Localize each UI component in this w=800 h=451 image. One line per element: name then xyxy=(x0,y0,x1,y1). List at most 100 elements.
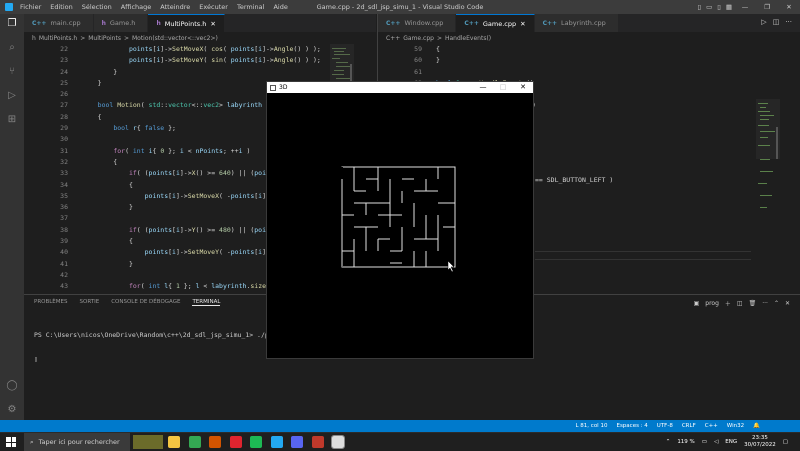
code-line[interactable]: 22 points[i]->SetMoveX( cos( points[i]->… xyxy=(24,44,376,55)
volume-icon[interactable]: ◁ xyxy=(714,439,718,445)
editor-tab[interactable]: h Game.h xyxy=(93,14,149,32)
search-placeholder: Taper ici pour rechercher xyxy=(38,438,120,446)
terminal-name[interactable]: prog xyxy=(705,300,719,307)
taskbar-search-box[interactable]: ⌕ Taper ici pour rechercher xyxy=(24,433,130,451)
sdl-maximize-button[interactable]: □ xyxy=(493,82,513,93)
clock[interactable]: 23:35 30/07/2022 xyxy=(744,435,776,449)
code-line[interactable]: 60} xyxy=(378,55,800,66)
editor-tab[interactable]: C++ Window.cpp xyxy=(378,14,457,32)
status-item-language[interactable]: C++ xyxy=(705,423,718,429)
close-panel-icon[interactable]: ✕ xyxy=(785,300,790,307)
more-icon[interactable]: ··· xyxy=(762,300,768,307)
code-line[interactable]: 23 points[i]->SetMoveY( sin( points[i]->… xyxy=(24,55,376,66)
sdl-close-button[interactable]: ✕ xyxy=(513,82,533,93)
editor-tab[interactable]: h MultiPoints.h ✕ xyxy=(148,14,225,32)
breadcrumb-item[interactable]: Game.cpp xyxy=(403,35,434,42)
menu-item[interactable]: Edition xyxy=(50,3,73,11)
breadcrumb-item[interactable]: > xyxy=(437,35,442,42)
chrome-icon[interactable] xyxy=(188,436,201,448)
status-item-platform[interactable]: Win32 xyxy=(727,423,744,429)
status-item-cursor-position[interactable]: L 81, col 10 xyxy=(575,423,607,429)
maximize-panel-icon[interactable]: ⌃ xyxy=(774,300,779,307)
breadcrumb-item[interactable]: h xyxy=(32,35,36,42)
toggle-panel-icon[interactable]: ▭ xyxy=(706,3,712,11)
panel-tab[interactable]: TERMINAL xyxy=(192,299,221,306)
minimize-button[interactable]: — xyxy=(734,3,756,11)
vscode-icon[interactable] xyxy=(270,436,283,448)
code-line[interactable]: 24 } xyxy=(24,67,376,78)
steam-icon[interactable] xyxy=(311,436,324,448)
line-number: 34 xyxy=(60,180,68,189)
customize-layout-icon[interactable]: ▦ xyxy=(726,3,732,11)
sdl-minimize-button[interactable]: — xyxy=(473,82,493,93)
breadcrumb-item[interactable]: > xyxy=(80,35,85,42)
toggle-sidebar-icon[interactable]: ▯ xyxy=(698,3,702,11)
split-terminal-icon[interactable]: ◫ xyxy=(737,300,743,307)
code-line[interactable]: 61 xyxy=(378,67,800,78)
more-actions-icon[interactable]: ··· xyxy=(785,18,792,26)
opera-icon[interactable] xyxy=(229,436,242,448)
terminal-icon: ▣ xyxy=(693,300,700,307)
menu-item[interactable]: Fichier xyxy=(20,3,41,11)
file-explorer-icon[interactable] xyxy=(168,436,180,448)
notifications-bell-icon[interactable]: 🔔 xyxy=(753,423,760,429)
editor-tab[interactable]: C++ Game.cpp ✕ xyxy=(456,14,535,32)
status-item-encoding[interactable]: UTF-8 xyxy=(657,423,673,429)
panel-tab[interactable]: SORTIE xyxy=(80,299,100,306)
terminal-output[interactable]: PS C:\Users\nicos\OneDrive\Random\c++\2d… xyxy=(34,315,277,379)
spotify-icon[interactable] xyxy=(250,436,262,448)
extensions-icon[interactable]: ⊞ xyxy=(6,114,18,126)
terminal-prompt-line: PS C:\Users\nicos\OneDrive\Random\c++\2d… xyxy=(34,331,277,339)
line-number: 26 xyxy=(60,90,68,99)
account-icon[interactable]: ◯ xyxy=(6,380,18,392)
discord-icon[interactable] xyxy=(291,436,303,448)
notification-center-icon[interactable]: ▢ xyxy=(783,439,788,445)
breadcrumb-item[interactable]: C++ xyxy=(386,35,400,42)
menu-item[interactable]: Sélection xyxy=(82,3,112,11)
network-icon[interactable]: ▭ xyxy=(702,439,707,445)
breadcrumb-item[interactable]: HandleEvents() xyxy=(445,35,491,42)
paint-icon[interactable] xyxy=(209,436,221,448)
menu-item[interactable]: Atteindre xyxy=(160,3,190,11)
status-item-indentation[interactable]: Espaces : 4 xyxy=(616,423,647,429)
menu-item[interactable]: Aide xyxy=(273,3,287,11)
window-controls: — ❐ ✕ xyxy=(734,3,800,11)
run-debug-icon[interactable]: ▷ xyxy=(6,90,18,102)
windows-start-icon[interactable] xyxy=(6,437,16,447)
run-code-icon[interactable]: ▷ xyxy=(761,18,766,26)
sdl-app-icon[interactable] xyxy=(331,435,345,449)
maximize-button[interactable]: ❐ xyxy=(756,3,778,11)
news-widget-icon[interactable] xyxy=(133,435,163,449)
search-icon[interactable]: ⌕ xyxy=(6,42,18,54)
split-editor-icon[interactable]: ◫ xyxy=(773,18,780,26)
breadcrumb-item[interactable]: MultiPoints xyxy=(88,35,121,42)
panel-tab[interactable]: CONSOLE DE DÉBOGAGE xyxy=(111,299,180,306)
source-control-icon[interactable]: ⑂ xyxy=(6,66,18,78)
toggle-secondary-sidebar-icon[interactable]: ▯ xyxy=(717,3,721,11)
breadcrumb-item[interactable]: > xyxy=(124,35,129,42)
explorer-icon[interactable]: ❐ xyxy=(6,18,18,30)
manage-gear-icon[interactable]: ⚙ xyxy=(6,404,18,416)
code-text: bool Motion( std::vector<::vec2> labyrin… xyxy=(97,101,270,110)
close-button[interactable]: ✕ xyxy=(778,3,800,11)
tab-close-icon[interactable]: ✕ xyxy=(520,20,525,28)
language-indicator[interactable]: ENG xyxy=(725,439,737,445)
menu-item[interactable]: Affichage xyxy=(121,3,152,11)
breadcrumb-item[interactable]: MultiPoints.h xyxy=(39,35,77,42)
minimap[interactable] xyxy=(756,44,780,304)
new-terminal-icon[interactable]: ＋ xyxy=(725,299,731,308)
menu-item[interactable]: Exécuter xyxy=(199,3,228,11)
breadcrumb-item[interactable]: Motion(std::vector<::vec2>) xyxy=(132,35,218,42)
panel-tab[interactable]: PROBLÈMES xyxy=(34,299,68,306)
editor-tab[interactable]: C++ Labyrinth.cpp xyxy=(534,14,619,32)
kill-terminal-icon[interactable]: 🗑 xyxy=(749,300,757,307)
code-text: points[i]->SetMoveX( cos( points[i]->Ang… xyxy=(128,45,321,53)
code-line[interactable]: 59 { xyxy=(378,44,800,55)
editor-tab[interactable]: C++ main.cpp xyxy=(24,14,94,32)
menu-item[interactable]: Terminal xyxy=(237,3,264,11)
labyrinth-canvas[interactable] xyxy=(267,93,533,358)
tab-close-icon[interactable]: ✕ xyxy=(210,20,215,28)
code-text: for( int i{ 0 }; i < nPoints; ++i ) xyxy=(113,146,251,155)
tray-chevron-icon[interactable]: ⌃ xyxy=(666,439,671,445)
status-item-eol[interactable]: CRLF xyxy=(682,423,696,429)
